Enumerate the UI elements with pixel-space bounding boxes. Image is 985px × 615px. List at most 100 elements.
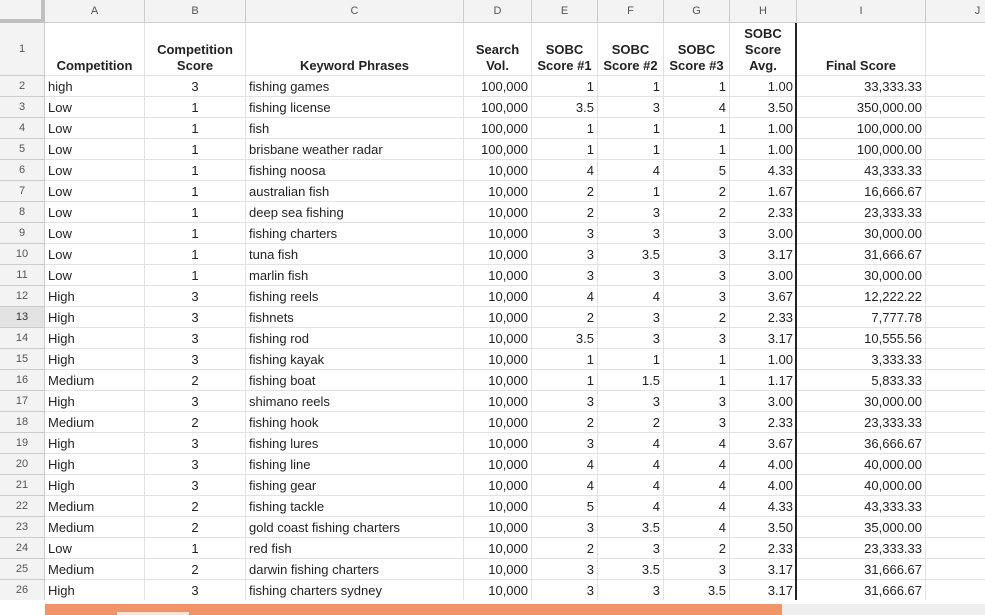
table-cell[interactable]: 2.33	[730, 538, 797, 559]
table-cell[interactable]: fishing rod	[246, 328, 464, 349]
table-cell[interactable]: 1	[145, 538, 246, 559]
table-cell[interactable]: 33,333.33	[797, 76, 926, 97]
table-cell[interactable]: 3	[532, 559, 598, 580]
table-cell[interactable]: Low	[45, 538, 145, 559]
table-cell[interactable]: 2	[145, 496, 246, 517]
row-header[interactable]: 18	[0, 412, 45, 433]
table-cell[interactable]: 1.00	[730, 76, 797, 97]
table-cell[interactable]: 2	[532, 412, 598, 433]
row-header[interactable]: 11	[0, 265, 45, 286]
table-cell[interactable]: 3.5	[598, 244, 664, 265]
table-cell[interactable]: fishing kayak	[246, 349, 464, 370]
table-cell[interactable]: 43,333.33	[797, 160, 926, 181]
table-cell[interactable]: 4	[532, 475, 598, 496]
table-cell[interactable]: 3	[664, 286, 730, 307]
column-header-d[interactable]: D	[464, 0, 532, 23]
table-cell[interactable]: High	[45, 286, 145, 307]
table-cell[interactable]: 3	[598, 391, 664, 412]
table-cell[interactable]: 2	[145, 412, 246, 433]
table-cell[interactable]: 16,666.67	[797, 181, 926, 202]
table-cell[interactable]	[926, 307, 985, 328]
table-cell[interactable]: 10,000	[464, 580, 532, 600]
table-cell[interactable]: 3.17	[730, 559, 797, 580]
table-cell[interactable]: 3	[664, 391, 730, 412]
table-cell[interactable]: 2	[532, 202, 598, 223]
row-header[interactable]: 1	[0, 23, 45, 76]
table-cell[interactable]: Low	[45, 97, 145, 118]
header-cell-c[interactable]: Keyword Phrases	[246, 23, 464, 76]
table-cell[interactable]: 3	[664, 559, 730, 580]
table-cell[interactable]	[926, 181, 985, 202]
column-header-e[interactable]: E	[532, 0, 598, 23]
table-cell[interactable]: 3	[532, 433, 598, 454]
table-cell[interactable]: 3	[598, 265, 664, 286]
table-cell[interactable]: 3.67	[730, 286, 797, 307]
table-cell[interactable]: 7,777.78	[797, 307, 926, 328]
table-cell[interactable]: 3	[145, 580, 246, 600]
table-cell[interactable]: Medium	[45, 412, 145, 433]
table-cell[interactable]: 100,000.00	[797, 139, 926, 160]
table-cell[interactable]: 2.33	[730, 307, 797, 328]
table-cell[interactable]: fishing lures	[246, 433, 464, 454]
table-cell[interactable]: 10,000	[464, 160, 532, 181]
table-cell[interactable]: Low	[45, 160, 145, 181]
table-cell[interactable]	[926, 454, 985, 475]
row-header[interactable]: 16	[0, 370, 45, 391]
table-cell[interactable]: 4	[664, 475, 730, 496]
table-cell[interactable]	[926, 538, 985, 559]
table-cell[interactable]: 2	[145, 517, 246, 538]
table-cell[interactable]: 1	[145, 139, 246, 160]
table-cell[interactable]: 10,000	[464, 307, 532, 328]
table-cell[interactable]: 2.33	[730, 202, 797, 223]
table-cell[interactable]: 2.33	[730, 412, 797, 433]
table-cell[interactable]: 3	[145, 349, 246, 370]
table-cell[interactable]: darwin fishing charters	[246, 559, 464, 580]
table-cell[interactable]	[926, 496, 985, 517]
table-cell[interactable]: fishing games	[246, 76, 464, 97]
row-header[interactable]: 15	[0, 349, 45, 370]
table-cell[interactable]: 30,000.00	[797, 391, 926, 412]
column-header-f[interactable]: F	[598, 0, 664, 23]
table-cell[interactable]: 1.17	[730, 370, 797, 391]
table-cell[interactable]: 3	[598, 202, 664, 223]
row-header[interactable]: 24	[0, 538, 45, 559]
table-cell[interactable]: 3	[598, 307, 664, 328]
table-cell[interactable]: 2	[532, 181, 598, 202]
table-cell[interactable]: 4	[532, 454, 598, 475]
table-cell[interactable]	[926, 202, 985, 223]
table-cell[interactable]: 4	[664, 517, 730, 538]
table-cell[interactable]: 3.17	[730, 244, 797, 265]
table-cell[interactable]: 3.5	[664, 580, 730, 600]
table-cell[interactable]: 3.5	[598, 559, 664, 580]
table-cell[interactable]: 1	[664, 118, 730, 139]
table-cell[interactable]	[926, 328, 985, 349]
table-cell[interactable]: 5	[532, 496, 598, 517]
table-cell[interactable]: 3	[532, 244, 598, 265]
table-cell[interactable]: 3.00	[730, 391, 797, 412]
table-cell[interactable]: 3	[145, 433, 246, 454]
row-header[interactable]: 8	[0, 202, 45, 223]
table-cell[interactable]: 31,666.67	[797, 580, 926, 600]
table-cell[interactable]: shimano reels	[246, 391, 464, 412]
table-cell[interactable]: 1	[145, 181, 246, 202]
table-cell[interactable]: 30,000.00	[797, 265, 926, 286]
table-cell[interactable]: fishing charters	[246, 223, 464, 244]
table-cell[interactable]	[926, 244, 985, 265]
row-header[interactable]: 14	[0, 328, 45, 349]
table-cell[interactable]: Low	[45, 118, 145, 139]
table-cell[interactable]: 3	[664, 244, 730, 265]
table-cell[interactable]: Low	[45, 202, 145, 223]
table-cell[interactable]: 10,000	[464, 202, 532, 223]
table-cell[interactable]: 3	[532, 265, 598, 286]
table-cell[interactable]: Medium	[45, 370, 145, 391]
row-header[interactable]: 2	[0, 76, 45, 97]
table-cell[interactable]: 100,000	[464, 97, 532, 118]
table-cell[interactable]: 10,000	[464, 370, 532, 391]
header-cell-h[interactable]: SOBC Score Avg.	[730, 23, 797, 76]
table-cell[interactable]: 10,000	[464, 223, 532, 244]
table-cell[interactable]	[926, 370, 985, 391]
table-cell[interactable]	[926, 286, 985, 307]
table-cell[interactable]: 1	[664, 349, 730, 370]
table-cell[interactable]: 350,000.00	[797, 97, 926, 118]
table-cell[interactable]: 10,000	[464, 475, 532, 496]
